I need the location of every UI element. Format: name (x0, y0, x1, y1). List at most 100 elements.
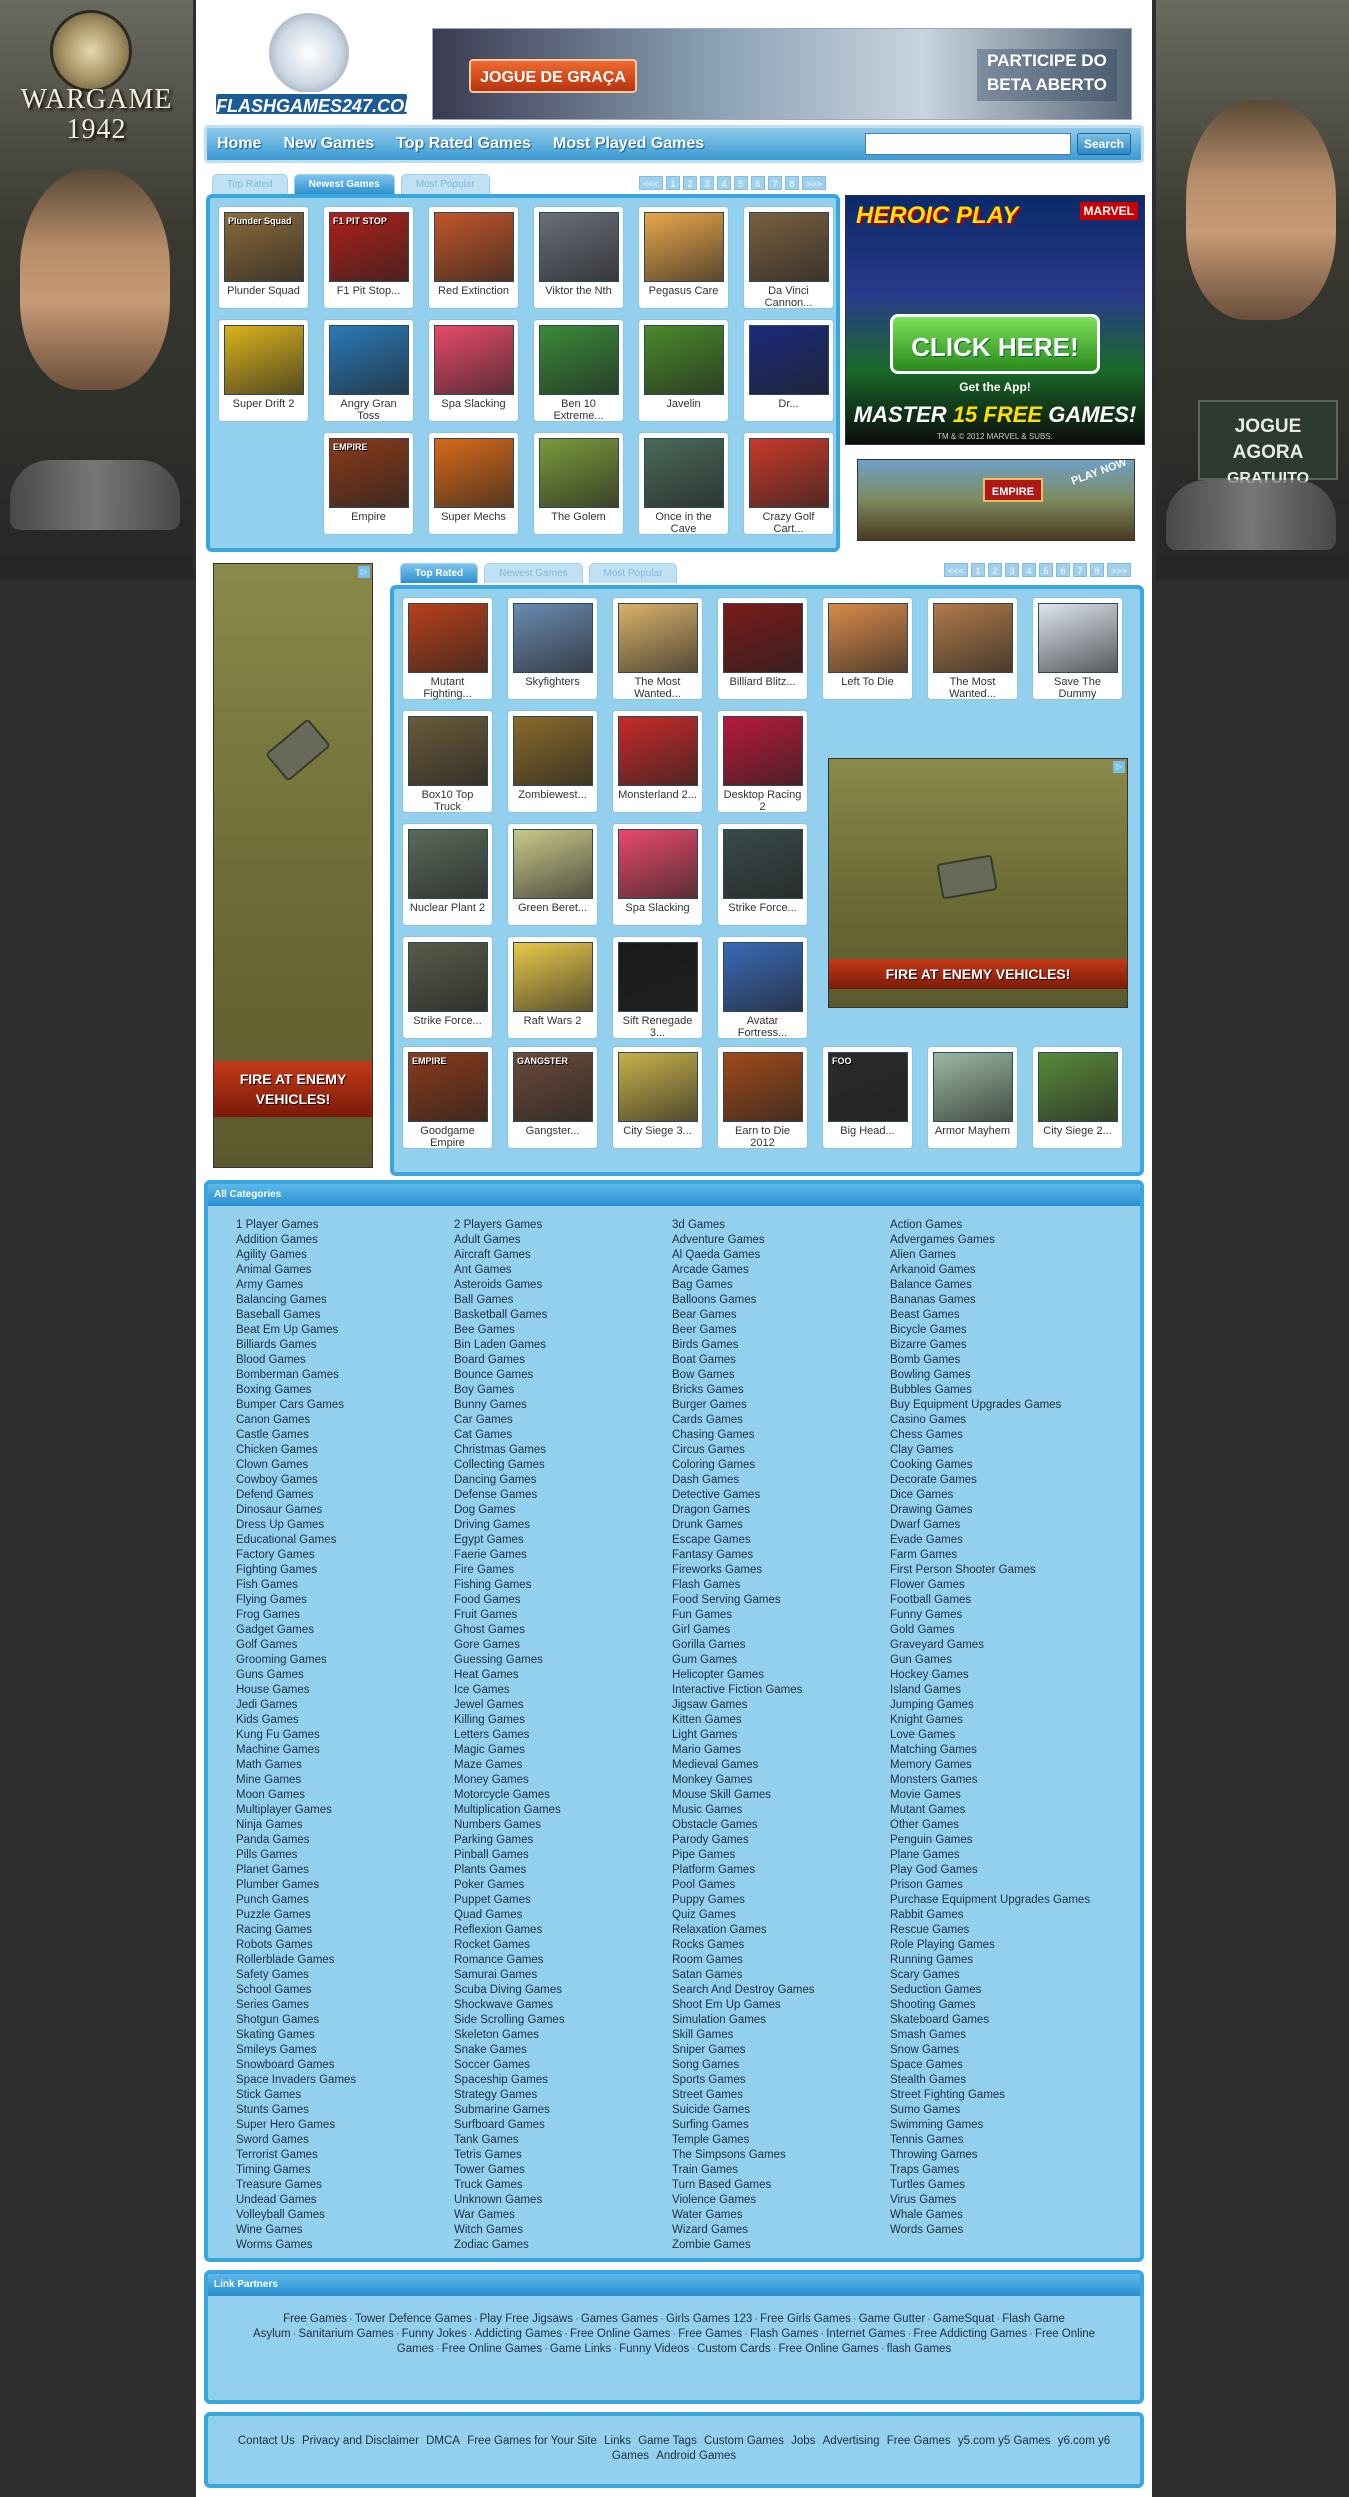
game-card[interactable]: Zombiewest... (507, 710, 598, 813)
category-link[interactable]: Timing Games (236, 2163, 454, 2178)
category-link[interactable]: Killing Games (454, 1713, 672, 1728)
tab-most-popular[interactable]: Most Popular (588, 563, 678, 583)
partner-link[interactable]: Custom Cards (697, 2343, 771, 2355)
category-link[interactable]: Space Games (890, 2058, 1108, 2073)
pager-page[interactable]: 6 (1056, 563, 1070, 577)
category-link[interactable]: Boxing Games (236, 1383, 454, 1398)
ad-choices-icon[interactable]: ▷ (358, 566, 370, 578)
game-card[interactable]: Armor Mayhem (927, 1046, 1018, 1149)
game-thumbnail[interactable]: GANGSTER (513, 1052, 593, 1122)
heroic-play-ad[interactable]: HEROIC PLAY MARVEL CLICK HERE! Get the A… (845, 195, 1145, 445)
category-link[interactable]: Football Games (890, 1593, 1108, 1608)
game-card[interactable]: City Siege 2... (1032, 1046, 1123, 1149)
category-link[interactable]: Frog Games (236, 1608, 454, 1623)
game-thumbnail[interactable] (933, 1052, 1013, 1122)
game-title[interactable]: Pegasus Care (644, 285, 723, 297)
category-link[interactable]: Gorilla Games (672, 1638, 890, 1653)
game-thumbnail[interactable] (723, 716, 803, 786)
category-link[interactable]: Stunts Games (236, 2103, 454, 2118)
game-card[interactable]: Sift Renegade 3... (612, 936, 703, 1039)
partner-link[interactable]: Game Gutter (859, 2313, 925, 2325)
category-link[interactable]: Tennis Games (890, 2133, 1108, 2148)
category-link[interactable]: Drawing Games (890, 1503, 1108, 1518)
category-link[interactable]: Baseball Games (236, 1308, 454, 1323)
game-thumbnail[interactable] (828, 603, 908, 673)
category-link[interactable]: Tetris Games (454, 2148, 672, 2163)
category-link[interactable]: Volleyball Games (236, 2208, 454, 2223)
game-title[interactable]: Viktor the Nth (539, 285, 618, 297)
game-title[interactable]: F1 Pit Stop... (329, 285, 408, 297)
category-link[interactable]: Smileys Games (236, 2043, 454, 2058)
game-title[interactable]: Strike Force... (408, 1015, 487, 1027)
game-card[interactable]: Green Beret... (507, 823, 598, 926)
ad-choices-icon[interactable]: ▷ (1113, 761, 1125, 773)
game-title[interactable]: Empire (329, 511, 408, 523)
game-card[interactable]: GANGSTER Gangster... (507, 1046, 598, 1149)
pager-page[interactable]: 6 (751, 176, 765, 190)
category-link[interactable]: Beer Games (672, 1323, 890, 1338)
category-link[interactable]: Planet Games (236, 1863, 454, 1878)
category-link[interactable]: Beat Em Up Games (236, 1323, 454, 1338)
footer-link[interactable]: Privacy and Disclaimer (302, 2435, 419, 2447)
footer-link[interactable]: Free Games (887, 2435, 951, 2447)
category-link[interactable]: Kitten Games (672, 1713, 890, 1728)
category-link[interactable]: Gadget Games (236, 1623, 454, 1638)
partner-link[interactable]: Funny Videos (619, 2343, 689, 2355)
game-title[interactable]: Crazy Golf Cart... (749, 511, 828, 535)
game-title[interactable]: The Most Wanted... (933, 676, 1012, 700)
pager-page[interactable]: 1 (666, 176, 680, 190)
category-link[interactable]: Agility Games (236, 1248, 454, 1263)
game-card[interactable]: Strike Force... (717, 823, 808, 926)
pager-page[interactable]: 2 (988, 563, 1002, 577)
game-thumbnail[interactable] (434, 212, 514, 282)
game-thumbnail[interactable] (539, 438, 619, 508)
game-thumbnail[interactable]: EMPIRE (329, 438, 409, 508)
category-link[interactable]: Christmas Games (454, 1443, 672, 1458)
pager-page[interactable]: 8 (1090, 563, 1104, 577)
game-thumbnail[interactable] (434, 438, 514, 508)
partner-link[interactable]: Sanitarium Games (298, 2328, 393, 2340)
category-link[interactable]: Unknown Games (454, 2193, 672, 2208)
partner-link[interactable]: Games Games (581, 2313, 658, 2325)
category-link[interactable]: Rocket Games (454, 1938, 672, 1953)
game-thumbnail[interactable] (749, 325, 829, 395)
category-link[interactable]: Traps Games (890, 2163, 1108, 2178)
category-link[interactable]: Wizard Games (672, 2223, 890, 2238)
category-link[interactable]: Bicycle Games (890, 1323, 1108, 1338)
game-thumbnail[interactable] (408, 716, 488, 786)
game-title[interactable]: Super Mechs (434, 511, 513, 523)
category-link[interactable]: Factory Games (236, 1548, 454, 1563)
category-link[interactable]: Quad Games (454, 1908, 672, 1923)
category-link[interactable]: Smash Games (890, 2028, 1108, 2043)
category-link[interactable]: Bee Games (454, 1323, 672, 1338)
game-title[interactable]: Save The Dummy (1038, 676, 1117, 700)
category-link[interactable]: Bow Games (672, 1368, 890, 1383)
game-thumbnail[interactable] (329, 325, 409, 395)
game-title[interactable]: Monsterland 2... (618, 789, 697, 801)
category-link[interactable]: Cat Games (454, 1428, 672, 1443)
game-title[interactable]: Green Beret... (513, 902, 592, 914)
category-link[interactable]: Egypt Games (454, 1533, 672, 1548)
game-thumbnail[interactable] (618, 603, 698, 673)
category-link[interactable]: Dash Games (672, 1473, 890, 1488)
category-link[interactable]: Snowboard Games (236, 2058, 454, 2073)
category-link[interactable]: Wine Games (236, 2223, 454, 2238)
category-link[interactable]: Bear Games (672, 1308, 890, 1323)
category-link[interactable]: Interactive Fiction Games (672, 1683, 890, 1698)
category-link[interactable]: Memory Games (890, 1758, 1108, 1773)
game-thumbnail[interactable] (513, 603, 593, 673)
category-link[interactable]: Dancing Games (454, 1473, 672, 1488)
category-link[interactable]: Girl Games (672, 1623, 890, 1638)
category-link[interactable]: Pinball Games (454, 1848, 672, 1863)
category-link[interactable]: Surfboard Games (454, 2118, 672, 2133)
game-card[interactable]: Desktop Racing 2 (717, 710, 808, 813)
category-link[interactable]: Worms Games (236, 2238, 454, 2253)
category-link[interactable]: Drunk Games (672, 1518, 890, 1533)
category-link[interactable]: Romance Games (454, 1953, 672, 1968)
game-title[interactable]: Mutant Fighting... (408, 676, 487, 700)
category-link[interactable]: Running Games (890, 1953, 1108, 1968)
category-link[interactable]: Train Games (672, 2163, 890, 2178)
search-button[interactable]: Search (1077, 133, 1131, 155)
category-link[interactable]: Plants Games (454, 1863, 672, 1878)
category-link[interactable]: Undead Games (236, 2193, 454, 2208)
